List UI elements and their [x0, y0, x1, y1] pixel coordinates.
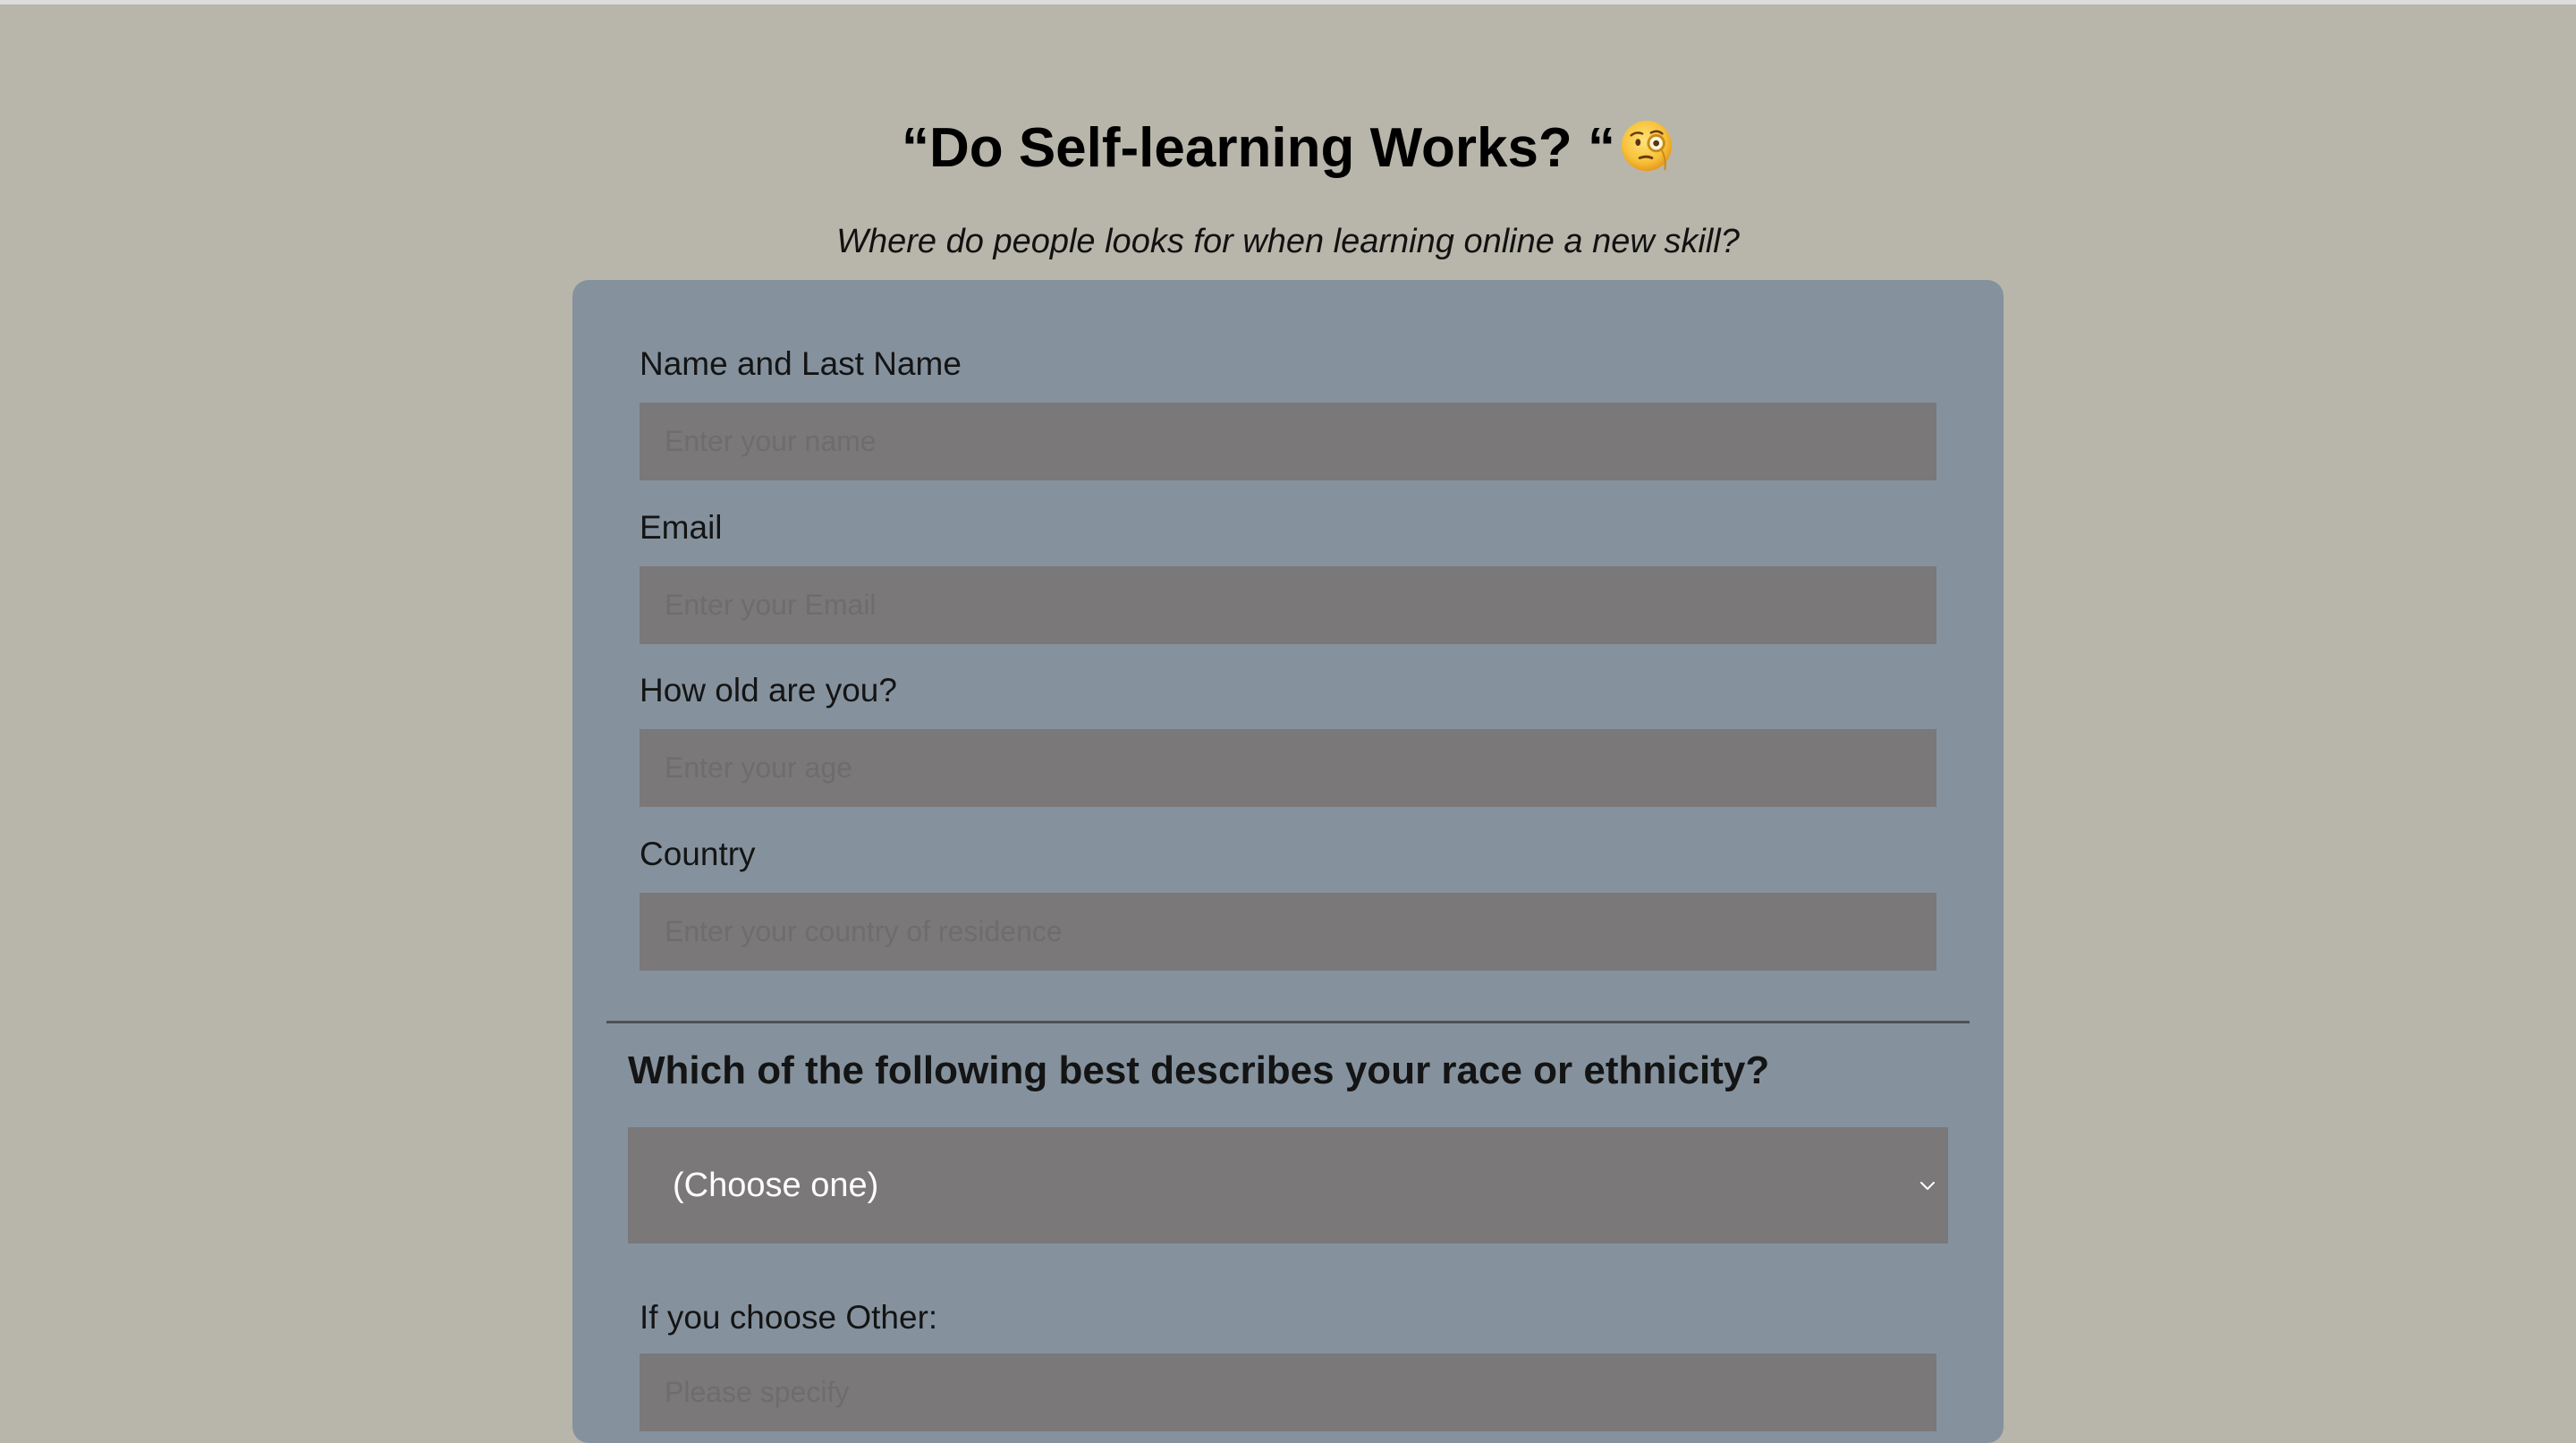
other-input[interactable]: [640, 1354, 1936, 1431]
section-divider: [606, 1021, 1970, 1023]
email-label: Email: [640, 509, 723, 546]
race-question: Which of the following best describes yo…: [628, 1048, 1770, 1092]
page-title: “Do Self-learning Works? “: [0, 113, 2576, 184]
face-with-monocle-icon: [1621, 120, 1673, 172]
chevron-down-icon: [1920, 1182, 1935, 1190]
name-label: Name and Last Name: [640, 345, 962, 382]
page-subtitle: Where do people looks for when learning …: [836, 223, 1740, 260]
survey-form: Name and Last Name Email How old are you…: [572, 280, 2004, 1443]
age-input[interactable]: [640, 729, 1936, 807]
country-input[interactable]: [640, 893, 1936, 971]
country-label: Country: [640, 836, 756, 872]
other-label: If you choose Other:: [640, 1299, 938, 1336]
email-input[interactable]: [640, 566, 1936, 644]
page-title-text: “Do Self-learning Works? “: [901, 117, 1616, 179]
name-input[interactable]: [640, 403, 1936, 480]
race-select-value: (Choose one): [673, 1166, 879, 1204]
top-border: [0, 0, 2576, 4]
race-select[interactable]: (Choose one): [628, 1127, 1948, 1244]
age-label: How old are you?: [640, 672, 897, 709]
